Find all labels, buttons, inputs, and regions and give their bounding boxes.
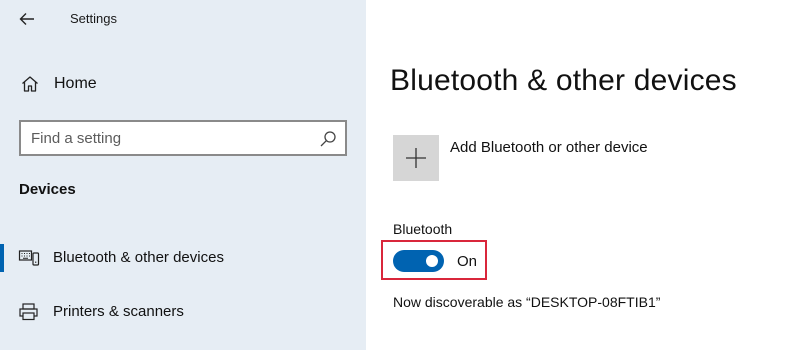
sidebar-item-label: Bluetooth & other devices: [53, 249, 224, 266]
sidebar-item-bluetooth[interactable]: Bluetooth & other devices: [0, 240, 366, 276]
plus-icon: [406, 148, 426, 168]
bluetooth-toggle[interactable]: [393, 250, 444, 272]
add-device-button[interactable]: Add Bluetooth or other device: [393, 135, 713, 183]
back-arrow-icon: [19, 13, 34, 25]
printer-icon: [19, 303, 38, 321]
add-device-tile: [393, 135, 439, 181]
bluetooth-devices-icon: [18, 250, 40, 266]
add-device-label: Add Bluetooth or other device: [450, 139, 648, 156]
home-icon: [22, 76, 38, 92]
section-header-devices: Devices: [19, 181, 76, 198]
search-input[interactable]: [31, 127, 301, 149]
title-bar: Settings: [0, 0, 366, 38]
sidebar-item-printers[interactable]: Printers & scanners: [0, 294, 366, 330]
sidebar-home-label: Home: [54, 75, 97, 92]
page-title: Bluetooth & other devices: [390, 64, 737, 97]
bluetooth-label: Bluetooth: [393, 221, 453, 237]
settings-window: Settings Home Devices Bluetooth: [0, 0, 800, 350]
discoverable-status: Now discoverable as “DESKTOP-08FTIB1”: [393, 294, 661, 310]
main-content: Bluetooth & other devices Add Bluetooth …: [366, 0, 800, 350]
app-title: Settings: [70, 11, 117, 26]
toggle-knob: [426, 255, 438, 267]
search-box: [19, 120, 347, 156]
sidebar-item-label: Printers & scanners: [53, 303, 184, 320]
sidebar-item-home[interactable]: Home: [0, 66, 366, 102]
search-icon[interactable]: [319, 130, 337, 148]
toggle-state-label: On: [457, 253, 478, 270]
sidebar: Settings Home Devices Bluetooth: [0, 0, 366, 350]
active-indicator: [0, 244, 4, 272]
back-button[interactable]: [14, 7, 40, 31]
